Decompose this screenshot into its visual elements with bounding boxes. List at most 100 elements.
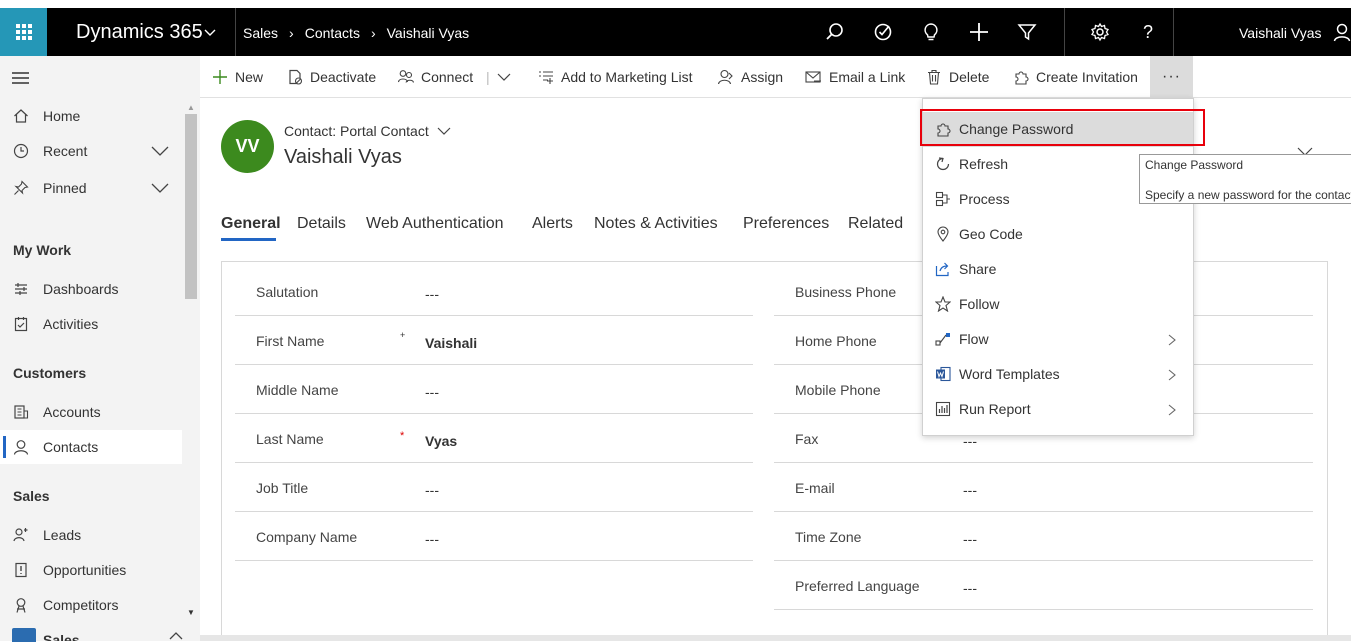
field-value[interactable]: ---	[963, 482, 977, 498]
field-first-name[interactable]: First Name + Vaishali	[235, 316, 753, 365]
field-salutation[interactable]: Salutation ---	[235, 267, 753, 316]
filter-icon[interactable]	[1017, 22, 1037, 42]
field-value[interactable]: Vyas	[425, 433, 457, 449]
sidebar-item-label: Dashboards	[43, 281, 119, 297]
app-switcher-chevron-icon[interactable]	[203, 25, 217, 39]
field-label: Job Title	[256, 480, 309, 496]
help-icon[interactable]: ?	[1138, 22, 1158, 42]
field-label: Fax	[795, 431, 819, 447]
assign-button[interactable]: Assign	[718, 56, 783, 98]
chevron-down-icon[interactable]	[151, 145, 169, 157]
user-icon[interactable]	[1332, 22, 1351, 42]
connect-dropdown-chevron-icon[interactable]	[497, 56, 511, 98]
chevron-right-icon	[1168, 369, 1176, 381]
deactivate-label: Deactivate	[310, 69, 377, 85]
field-time-zone[interactable]: Time Zone ---	[774, 512, 1313, 561]
menu-item-flow[interactable]: Flow	[923, 322, 1193, 357]
tab-details[interactable]: Details	[297, 215, 346, 233]
sidebar-item-contacts[interactable]: Contacts	[0, 430, 182, 464]
required-marker: *	[400, 430, 405, 442]
field-value[interactable]: ---	[963, 580, 977, 596]
area-switcher-icon[interactable]	[12, 628, 36, 642]
chevron-down-icon[interactable]	[437, 126, 451, 136]
menu-item-follow[interactable]: Follow	[923, 287, 1193, 322]
sidebar-item-accounts[interactable]: Accounts	[0, 395, 182, 429]
field-company-name[interactable]: Company Name ---	[235, 512, 753, 561]
sidebar-item-recent[interactable]: Recent	[0, 134, 182, 168]
sidebar-item-activities[interactable]: Activities	[0, 307, 182, 341]
leads-icon	[13, 527, 29, 543]
breadcrumb-sales[interactable]: Sales	[243, 25, 278, 41]
flow-icon	[935, 331, 951, 347]
sidebar-item-home[interactable]: Home	[0, 99, 182, 133]
field-value[interactable]: ---	[425, 531, 439, 547]
field-value[interactable]: ---	[963, 531, 977, 547]
sidebar-item-leads[interactable]: Leads	[0, 518, 182, 552]
top-strip	[0, 0, 1351, 8]
field-value[interactable]: Vaishali	[425, 335, 477, 351]
menu-item-share[interactable]: Share	[923, 252, 1193, 287]
email-a-link-button[interactable]: Email a Link	[805, 56, 905, 98]
area-switcher-label[interactable]: Sales	[43, 632, 80, 641]
chevron-up-icon[interactable]	[169, 632, 183, 640]
task-icon[interactable]	[873, 22, 893, 42]
sidebar-item-pinned[interactable]: Pinned	[0, 171, 182, 205]
field-email[interactable]: E-mail ---	[774, 463, 1313, 512]
field-last-name[interactable]: Last Name * Vyas	[235, 414, 753, 463]
field-value[interactable]: ---	[425, 286, 439, 302]
chevron-right-icon	[1168, 334, 1176, 346]
field-preferred-language[interactable]: Preferred Language ---	[774, 561, 1313, 610]
breadcrumb-contacts[interactable]: Contacts	[305, 25, 360, 41]
form-selector[interactable]: Contact: Portal Contact	[284, 123, 429, 139]
field-label: Time Zone	[795, 529, 862, 545]
tab-web-authentication[interactable]: Web Authentication	[366, 215, 504, 233]
menu-item-run-report[interactable]: Run Report	[923, 392, 1193, 427]
scroll-up-icon[interactable]: ▲	[187, 103, 195, 112]
sidebar-item-opportunities[interactable]: Opportunities	[0, 553, 182, 587]
menu-item-label: Word Templates	[959, 366, 1060, 382]
app-name[interactable]: Dynamics 365	[76, 21, 203, 44]
search-icon[interactable]	[825, 22, 845, 42]
app-launcher-icon[interactable]	[0, 8, 47, 56]
field-value[interactable]: ---	[425, 384, 439, 400]
chevron-down-icon[interactable]	[151, 182, 169, 194]
new-button[interactable]: New	[212, 56, 263, 98]
tab-notes-activities[interactable]: Notes & Activities	[594, 215, 718, 233]
user-name[interactable]: Vaishali Vyas	[1239, 25, 1321, 41]
puzzle-icon	[1015, 71, 1029, 85]
tab-general[interactable]: General	[221, 215, 281, 233]
sidebar-scrollbar-thumb[interactable]	[185, 114, 197, 299]
menu-item-geo-code[interactable]: Geo Code	[923, 217, 1193, 252]
chevron-right-icon: ›	[289, 25, 294, 41]
avatar: VV	[221, 120, 274, 173]
menu-item-label: Geo Code	[959, 226, 1023, 242]
sidebar-item-dashboards[interactable]: Dashboards	[0, 272, 182, 306]
field-label: Salutation	[256, 284, 319, 300]
field-middle-name[interactable]: Middle Name ---	[235, 365, 753, 414]
add-to-marketing-list-button[interactable]: Add to Marketing List	[538, 56, 693, 98]
menu-item-word-templates[interactable]: Word Templates	[923, 357, 1193, 392]
tab-preferences[interactable]: Preferences	[743, 215, 829, 233]
more-commands-button[interactable]: ···	[1150, 56, 1193, 98]
create-invitation-label: Create Invitation	[1036, 69, 1138, 85]
opportunity-icon	[13, 562, 29, 578]
tab-related[interactable]: Related	[848, 215, 903, 233]
refresh-icon	[935, 156, 951, 172]
tab-alerts[interactable]: Alerts	[532, 215, 573, 233]
trash-icon	[928, 69, 940, 85]
plus-icon[interactable]	[969, 22, 989, 42]
menu-item-label: Run Report	[959, 401, 1031, 417]
field-value[interactable]: ---	[425, 482, 439, 498]
create-invitation-button[interactable]: Create Invitation	[1013, 56, 1138, 98]
deactivate-button[interactable]: Deactivate	[287, 56, 376, 98]
scroll-down-icon[interactable]: ▼	[187, 608, 195, 617]
lightbulb-icon[interactable]	[921, 22, 941, 42]
settings-icon[interactable]	[1090, 22, 1110, 42]
sidebar-item-competitors[interactable]: Competitors	[0, 588, 182, 622]
delete-button[interactable]: Delete	[926, 56, 989, 98]
hamburger-menu-icon[interactable]	[12, 71, 30, 85]
top-navigation-bar: Dynamics 365 Sales › Contacts › Vaishali…	[0, 8, 1351, 56]
field-job-title[interactable]: Job Title ---	[235, 463, 753, 512]
connect-button[interactable]: Connect	[398, 56, 473, 98]
plus-icon	[213, 70, 227, 84]
